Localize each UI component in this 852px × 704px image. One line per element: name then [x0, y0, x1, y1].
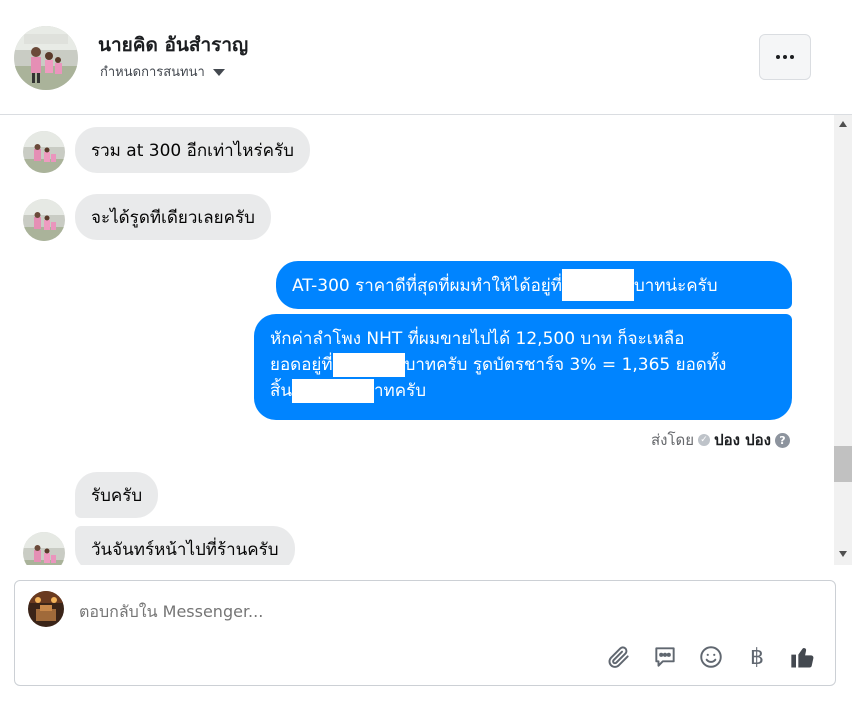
contact-avatar-small	[23, 532, 65, 565]
message-line: หักค่าลำโพง NHT ที่ผมขายไปได้ 12,500 บาท…	[270, 326, 776, 352]
message-text: จะได้รูดทีเดียวเลยครับ	[91, 207, 255, 228]
composer-tools: ฿	[605, 643, 817, 671]
seen-receipt: ส่งโดย ✓ ปอง ปอง ?	[651, 428, 790, 452]
incoming-message[interactable]: รวม at 300 อีกเท่าไหร่ครับ	[75, 127, 310, 173]
check-icon: ✓	[698, 434, 711, 446]
contact-avatar[interactable]	[14, 26, 78, 90]
incoming-message[interactable]: จะได้รูดทีเดียวเลยครับ	[75, 194, 271, 240]
message-thread[interactable]: รวม at 300 อีกเท่าไหร่ครับ จะได้รูดทีเดี…	[0, 115, 834, 565]
contact-avatar-small	[23, 131, 65, 173]
message-text: ยอดอยู่ที่	[270, 355, 333, 375]
outgoing-message[interactable]: หักค่าลำโพง NHT ที่ผมขายไปได้ 12,500 บาท…	[254, 314, 792, 420]
baht-icon[interactable]: ฿	[743, 643, 771, 671]
help-icon[interactable]: ?	[775, 432, 790, 448]
seen-by-name[interactable]: ปอง ปอง	[714, 428, 771, 452]
my-avatar	[28, 591, 64, 627]
thumbs-up-icon[interactable]	[789, 643, 817, 671]
baht-symbol: ฿	[750, 644, 764, 670]
message-text: วันจันทร์หน้าไปที่ร้านครับ	[91, 539, 279, 560]
message-line: สิ้น าทครับ	[270, 378, 776, 404]
message-composer: ฿	[14, 580, 836, 686]
message-text: AT-300 ราคาดีที่สุดที่ผมทำให้ได้อยู่ที่	[292, 275, 562, 296]
message-text: บาทน่ะครับ	[633, 275, 718, 296]
message-text: สิ้น	[270, 381, 292, 401]
contact-name[interactable]: นายคิด อันสำราญ	[98, 30, 248, 60]
scrollbar[interactable]	[834, 115, 852, 565]
redacted-amount	[561, 269, 634, 301]
message-text: รวม at 300 อีกเท่าไหร่ครับ	[91, 140, 294, 161]
redacted-amount	[332, 353, 405, 377]
message-text: หักค่าลำโพง NHT ที่ผมขายไปได้ 12,500 บาท…	[270, 329, 685, 349]
smiley-icon[interactable]	[697, 643, 725, 671]
incoming-message[interactable]: รับครับ	[75, 472, 159, 518]
scroll-down-icon[interactable]	[839, 551, 847, 557]
reply-input[interactable]	[79, 602, 679, 621]
scroll-thumb[interactable]	[834, 446, 852, 482]
conversation-settings-label: กำหนดการสนทนา	[100, 65, 205, 80]
message-line: ยอดอยู่ที่ บาทครับ รูดบัตรชาร์จ 3% = 1,36…	[270, 352, 776, 378]
message-text: บาทครับ รูดบัตรชาร์จ 3% = 1,365 ยอดทั้ง	[404, 355, 727, 375]
seen-label: ส่งโดย	[650, 431, 695, 449]
message-text: าทครับ	[374, 381, 427, 401]
chat-bubble-icon[interactable]	[651, 643, 679, 671]
incoming-message[interactable]: วันจันทร์หน้าไปที่ร้านครับ	[75, 526, 295, 565]
more-horizontal-icon	[776, 55, 794, 59]
paperclip-icon[interactable]	[605, 643, 633, 671]
outgoing-message[interactable]: AT-300 ราคาดีที่สุดที่ผมทำให้ได้อยู่ที่ บ…	[276, 261, 792, 309]
caret-down-icon	[212, 69, 225, 76]
scroll-up-icon[interactable]	[839, 121, 847, 127]
conversation-settings[interactable]: กำหนดการสนทนา	[100, 61, 225, 82]
conversation-header: นายคิด อันสำราญ กำหนดการสนทนา	[0, 0, 852, 115]
message-text: รับครับ	[91, 485, 143, 506]
more-options-button[interactable]	[759, 34, 811, 80]
redacted-amount	[292, 379, 374, 403]
contact-avatar-small	[23, 199, 65, 241]
